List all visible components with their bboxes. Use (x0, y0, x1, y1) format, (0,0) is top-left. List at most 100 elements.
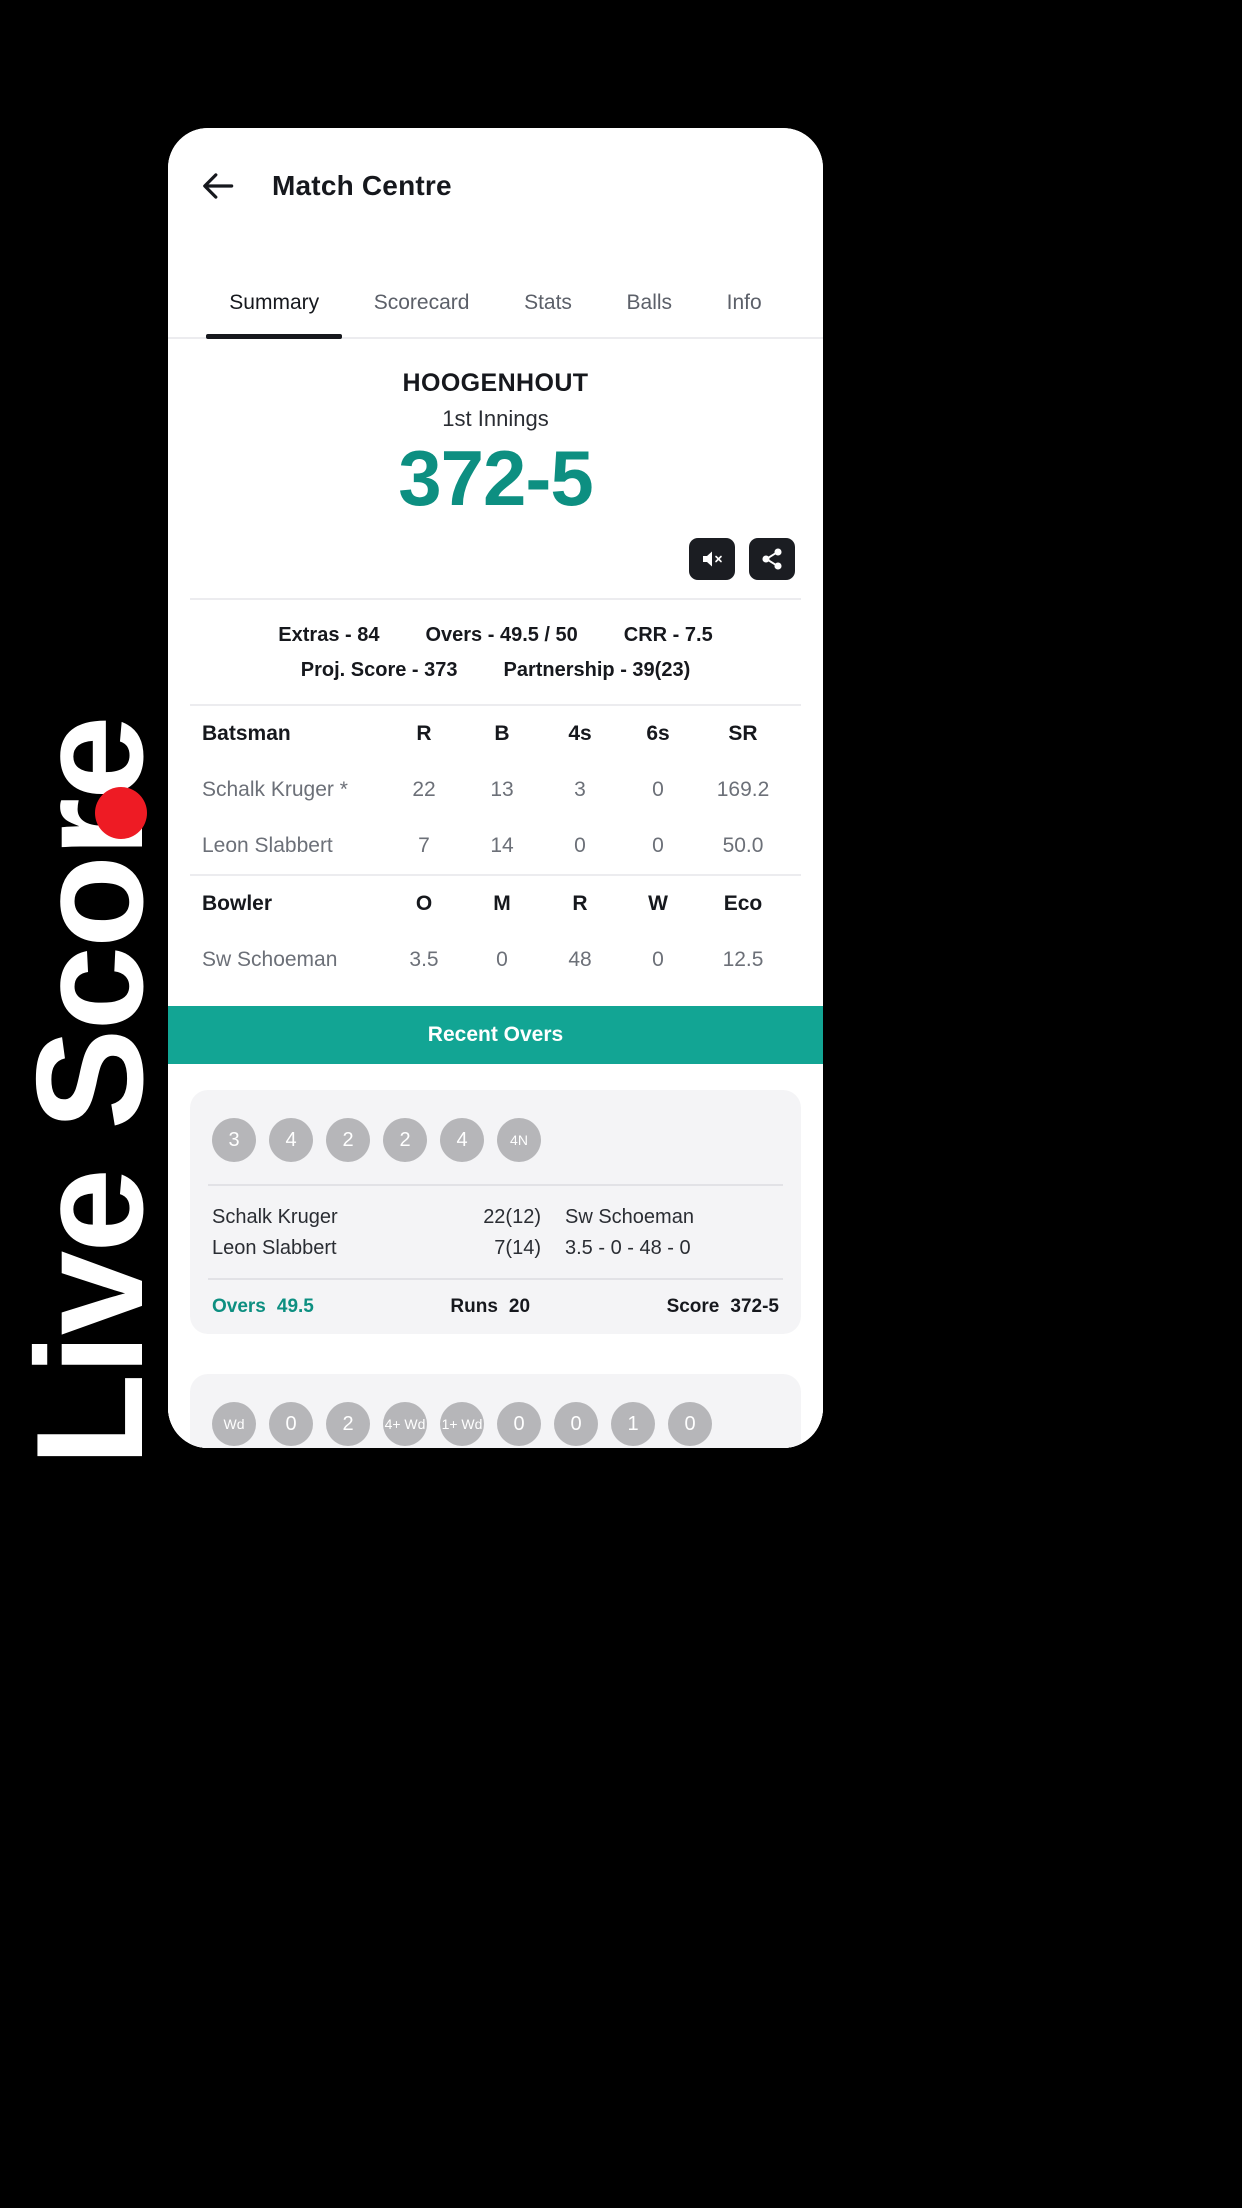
ball-chip: 4N (497, 1117, 541, 1162)
ball-chip: 4 (269, 1117, 313, 1162)
batsman-sr: 169.2 (716, 777, 770, 801)
bowling-header-row: Bowler O M R W Eco (190, 876, 801, 932)
runs-label: Runs (450, 1295, 498, 1317)
batsman-sr: 50.0 (722, 833, 764, 857)
tab-info[interactable]: Info (699, 291, 789, 337)
meta-row-2: Proj. Score - 373 Partnership - 39(23) (190, 653, 801, 688)
recent-overs-list: 3 4 2 2 4 4N Schalk Kruger 22(12) Leon S… (168, 1063, 823, 1448)
batsman-name: Schalk Kruger * (202, 777, 348, 801)
score-value: 372-5 (730, 1295, 779, 1317)
page-title: Match Centre (272, 169, 452, 201)
back-button[interactable] (192, 159, 246, 213)
batting-col-batsman: Batsman (202, 721, 291, 745)
innings-label: 1st Innings (442, 406, 549, 431)
ball-chip: 0 (668, 1401, 712, 1446)
tab-balls[interactable]: Balls (599, 291, 699, 337)
batting-col-b: B (494, 721, 510, 745)
batsman-balls: 13 (490, 777, 514, 801)
over-body: Schalk Kruger 22(12) Leon Slabbert 7(14)… (208, 1183, 783, 1278)
app-bar: Match Centre (168, 128, 823, 243)
over-batsmen: Schalk Kruger 22(12) Leon Slabbert 7(14) (212, 1202, 541, 1264)
score-label: Score (666, 1295, 720, 1317)
bowler-overs: 3.5 (409, 947, 439, 971)
screen-root: Live Score Match Centre Summary Scorecar… (0, 0, 1242, 2208)
bowler-economy: 12.5 (722, 947, 764, 971)
batsman-balls: 14 (490, 833, 514, 857)
ball-chip: 0 (497, 1401, 541, 1446)
balls-row: 3 4 2 2 4 4N (208, 1096, 783, 1184)
bowling-col-bowler: Bowler (202, 891, 273, 915)
meta-proj-score: Proj. Score - 373 (300, 658, 458, 681)
share-button[interactable] (749, 537, 795, 580)
match-meta: Extras - 84 Overs - 49.5 / 50 CRR - 7.5 … (190, 597, 801, 704)
mute-button[interactable] (689, 537, 735, 580)
ball-chip: 2 (326, 1117, 370, 1162)
over-footer-overs: Overs 49.5 (212, 1296, 314, 1318)
batsman-sixes: 0 (652, 777, 664, 801)
meta-row-1: Extras - 84 Overs - 49.5 / 50 CRR - 7.5 (190, 618, 801, 653)
batting-col-sr: SR (728, 721, 758, 745)
meta-crr: CRR - 7.5 (623, 623, 713, 646)
table-row: Sw Schoeman 3.5 0 48 0 12.5 (190, 932, 801, 988)
meta-extras: Extras - 84 (278, 623, 380, 646)
share-icon (760, 547, 784, 571)
ball-chip: 3 (212, 1117, 256, 1162)
over-card[interactable]: Wd 0 2 4+ Wd 1+ Wd 0 0 1 0 Schalk Krug (190, 1373, 801, 1448)
over-batsman-name: Leon Slabbert (212, 1236, 337, 1259)
batsman-fours: 0 (574, 833, 586, 857)
meta-partnership: Partnership - 39(23) (503, 658, 691, 681)
ball-chip: 2 (326, 1401, 370, 1446)
over-batsman-score: 22(12) (483, 1205, 541, 1228)
ball-chip: 4 (440, 1117, 484, 1162)
team-name: HOOGENHOUT (402, 369, 589, 397)
score-actions (168, 530, 823, 580)
phone-frame: Match Centre Summary Scorecard Stats Bal… (168, 128, 823, 1448)
over-batsman-name: Schalk Kruger (212, 1205, 338, 1228)
bowling-col-r: R (572, 891, 588, 915)
bowling-col-eco: Eco (723, 891, 763, 915)
ball-chip: 1 (611, 1401, 655, 1446)
over-bowler-name: Sw Schoeman (565, 1205, 694, 1228)
tab-scorecard[interactable]: Scorecard (346, 291, 496, 337)
live-indicator-dot (95, 787, 147, 839)
batting-col-6s: 6s (646, 721, 670, 745)
overs-value: 49.5 (276, 1295, 314, 1317)
speaker-mute-icon (700, 547, 724, 571)
tab-bar: Summary Scorecard Stats Balls Info (168, 243, 823, 339)
bowler-runs: 48 (568, 947, 592, 971)
batting-header-row: Batsman R B 4s 6s SR (190, 706, 801, 762)
batsman-fours: 3 (574, 777, 586, 801)
over-bowler: Sw Schoeman 3.5 - 0 - 48 - 0 (541, 1202, 779, 1264)
balls-row: Wd 0 2 4+ Wd 1+ Wd 0 0 1 0 (208, 1380, 783, 1448)
arrow-left-icon (200, 167, 238, 205)
batsman-runs: 7 (418, 833, 430, 857)
over-batsman-score: 7(14) (494, 1236, 541, 1259)
ball-chip: 0 (554, 1401, 598, 1446)
batsman-runs: 22 (412, 777, 436, 801)
batsman-name: Leon Slabbert (202, 833, 333, 857)
batting-table: Batsman R B 4s 6s SR Schalk Kruger * 22 … (190, 703, 801, 874)
table-row: Schalk Kruger * 22 13 3 0 169.2 (190, 762, 801, 818)
batsman-sixes: 0 (652, 833, 664, 857)
over-batsman-line: Leon Slabbert 7(14) (212, 1233, 541, 1264)
bowling-table: Bowler O M R W Eco Sw Schoeman 3.5 0 48 … (190, 873, 801, 988)
over-bowler-figures: 3.5 - 0 - 48 - 0 (565, 1236, 691, 1259)
over-card[interactable]: 3 4 2 2 4 4N Schalk Kruger 22(12) Leon S… (190, 1089, 801, 1334)
bowling-col-w: W (648, 891, 668, 915)
bowler-name: Sw Schoeman (202, 947, 338, 971)
ball-chip: 0 (269, 1401, 313, 1446)
brand-panel: Live Score (0, 0, 180, 2208)
bowler-maidens: 0 (496, 947, 508, 971)
ball-chip: 2 (383, 1117, 427, 1162)
app-screen: Match Centre Summary Scorecard Stats Bal… (168, 128, 823, 1448)
bowling-col-o: O (415, 891, 433, 915)
tab-stats[interactable]: Stats (497, 291, 599, 337)
batting-col-r: R (416, 721, 432, 745)
score-value: 372-5 (398, 434, 594, 522)
over-footer: Overs 49.5 Runs 20 Score 372-5 (208, 1277, 783, 1334)
runs-value: 20 (508, 1295, 531, 1317)
brand-title: Live Score (5, 717, 175, 1467)
meta-overs: Overs - 49.5 / 50 (425, 623, 578, 646)
tab-summary[interactable]: Summary (202, 291, 346, 339)
ball-chip: 1+ Wd (440, 1401, 484, 1446)
